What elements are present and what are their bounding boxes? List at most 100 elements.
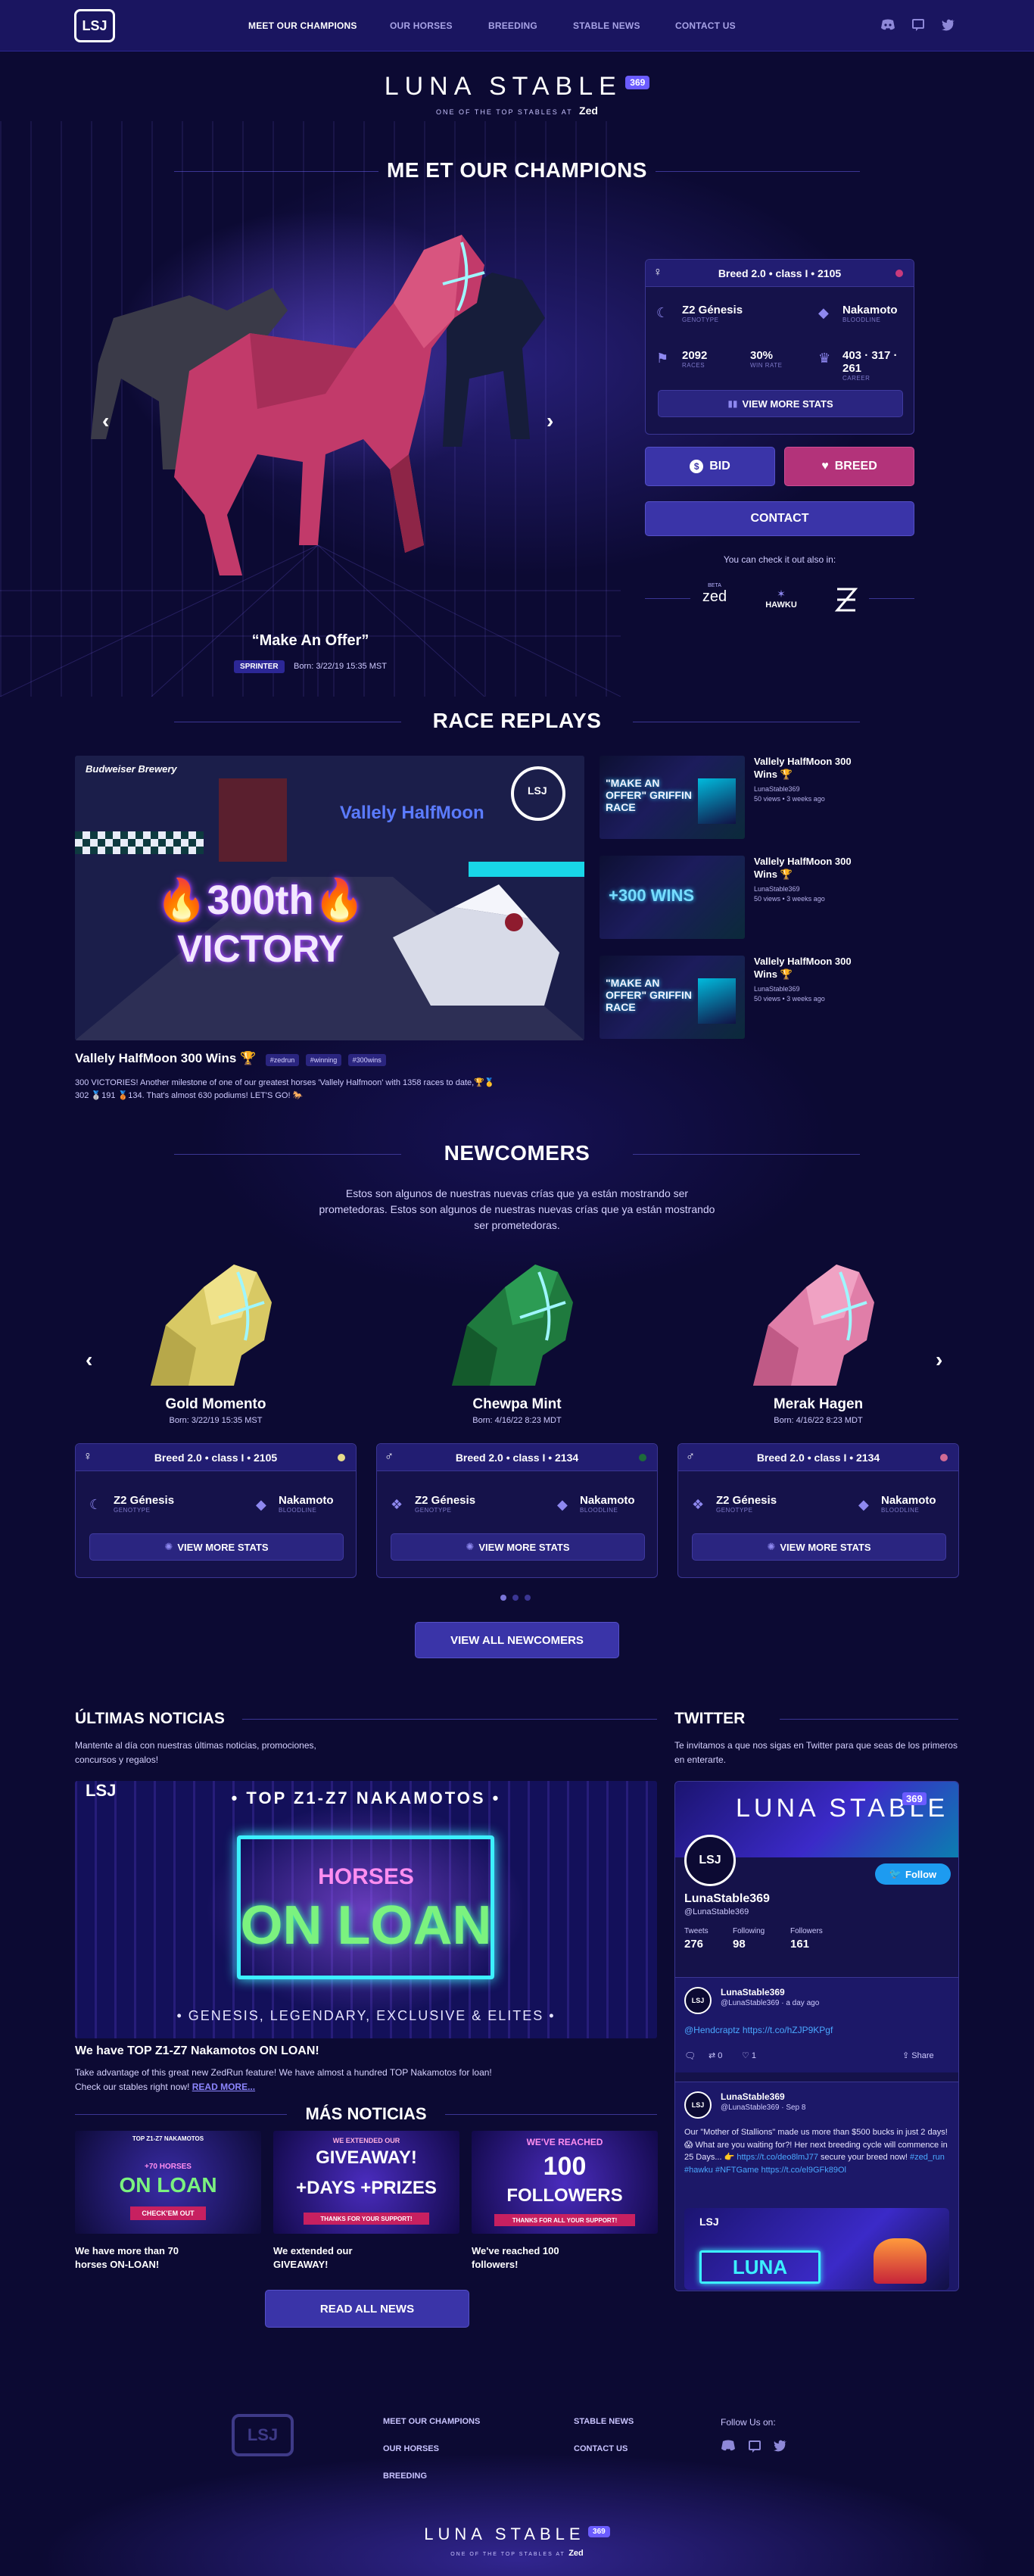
twitter-profile-name[interactable]: LunaStable369 xyxy=(684,1892,770,1906)
twitter-icon[interactable] xyxy=(774,2440,790,2453)
news-feature-banner[interactable]: • TOP Z1-Z7 NAKAMOTOS • HORSES ON LOAN •… xyxy=(75,1781,657,2038)
newcomer-name: Merak Hagen xyxy=(773,1396,864,1412)
main-replay-video[interactable]: Budweiser Brewery Vallely HalfMoon 🔥300t… xyxy=(75,756,584,1040)
tweet-item[interactable]: LSJ LunaStable369 @LunaStable369 · Sep 8… xyxy=(675,2082,958,2291)
like-icon[interactable]: ♡ 1 xyxy=(742,2051,756,2060)
nav-meet-our-champions[interactable]: MEET OUR CHAMPIONS xyxy=(248,20,357,31)
discord-icon[interactable] xyxy=(880,17,896,33)
thumb-pre: +70 HORSES xyxy=(145,2163,192,2171)
tweet-media-text: LUNA xyxy=(699,2250,821,2284)
horse-head-illustration xyxy=(151,1265,272,1386)
side-replay-item[interactable]: "MAKE AN OFFER" GRIFFIN RACE Vallely Hal… xyxy=(600,756,963,839)
tweet-text: Our "Mother of Stallions" made us more t… xyxy=(684,2126,949,2176)
retweet-icon[interactable]: ⇄ 0 xyxy=(709,2051,722,2060)
view-all-newcomers-button[interactable]: VIEW ALL NEWCOMERS xyxy=(415,1622,619,1658)
brand-subtitle: ONE OF THE TOP STABLES AT xyxy=(436,108,573,116)
chat-icon[interactable] xyxy=(748,2440,765,2453)
news-card-title[interactable]: We extended our GIVEAWAY! xyxy=(273,2244,402,2271)
champion-horse-illustration xyxy=(0,235,621,697)
side-thumb-text: +300 WINS xyxy=(609,886,695,905)
twitter-timeline[interactable]: LUNA STABLE 369 LSJ 🐦 Follow LunaStable36… xyxy=(674,1781,959,2291)
tweet-avatar[interactable]: LSJ xyxy=(684,1987,712,2014)
card-header: ♂ Breed 2.0 • class I • 2134 xyxy=(377,1444,657,1471)
footer-link-contact-us[interactable]: CONTACT US xyxy=(574,2444,628,2453)
news-card[interactable]: WE'VE REACHED 100 FOLLOWERS THANKS FOR A… xyxy=(472,2131,658,2305)
news-card-thumbnail[interactable]: WE'VE REACHED 100 FOLLOWERS THANKS FOR A… xyxy=(472,2131,658,2234)
tweet-avatar[interactable]: LSJ xyxy=(684,2091,712,2119)
footer-link-our-horses[interactable]: OUR HORSES xyxy=(383,2444,439,2453)
hero-next-arrow[interactable]: › xyxy=(547,409,553,433)
twitter-avatar[interactable]: LSJ xyxy=(684,1835,736,1886)
newcomer-name: Gold Momento xyxy=(165,1396,266,1412)
tweet-link[interactable]: https://t.co/deo8lmJ77 xyxy=(737,2153,818,2162)
stable-logo[interactable]: LSJ xyxy=(74,9,115,42)
carousel-dot[interactable] xyxy=(512,1595,519,1601)
nav-stable-news[interactable]: STABLE NEWS xyxy=(573,20,640,31)
view-more-stats-button[interactable]: ✺ VIEW MORE STATS xyxy=(692,1533,946,1561)
overlay-victory: VICTORY xyxy=(177,928,344,970)
bid-button[interactable]: $ BID xyxy=(645,447,775,486)
footer-link-breeding[interactable]: BREEDING xyxy=(383,2472,427,2481)
tweet-text[interactable]: @Hendcraptz https://t.co/hZJP9KPgf xyxy=(684,2025,833,2035)
news-card-thumbnail[interactable]: TOP Z1-Z7 NAKAMOTOS +70 HORSES ON LOAN C… xyxy=(75,2131,261,2234)
chat-icon[interactable] xyxy=(910,17,927,33)
tweet-media[interactable]: LSJ LUNA xyxy=(684,2208,949,2290)
side-replay-title[interactable]: Vallely HalfMoon 300 Wins 🏆 xyxy=(754,756,852,781)
main-replay-title[interactable]: Vallely HalfMoon 300 Wins 🏆 xyxy=(75,1051,256,1065)
read-all-news-button[interactable]: READ ALL NEWS xyxy=(265,2290,469,2328)
news-card-thumbnail[interactable]: WE EXTENDED OUR GIVEAWAY! +DAYS +PRIZES … xyxy=(273,2131,459,2234)
reply-icon[interactable]: 🗨 xyxy=(684,2051,696,2061)
side-thumb-horse xyxy=(698,778,736,824)
tweet-author[interactable]: LunaStable369 xyxy=(721,2091,785,2102)
footer-link-stable-news[interactable]: STABLE NEWS xyxy=(574,2417,634,2426)
breed-button[interactable]: ♥ BREED xyxy=(784,447,914,486)
carousel-dot-active[interactable] xyxy=(500,1595,506,1601)
twitter-icon[interactable] xyxy=(940,17,957,33)
tweet-item[interactable]: LSJ LunaStable369 @LunaStable369 · a day… xyxy=(675,1977,958,2072)
news-card-title[interactable]: We've reached 100 followers! xyxy=(472,2244,600,2271)
carousel-dot[interactable] xyxy=(525,1595,531,1601)
view-more-stats-button[interactable]: ▮▮ VIEW MORE STATS xyxy=(658,390,903,417)
side-replay-item[interactable]: "MAKE AN OFFER" GRIFFIN RACE Vallely Hal… xyxy=(600,956,963,1039)
tweets-value: 276 xyxy=(684,1938,704,1951)
news-card-title[interactable]: We have more than 70 horses ON-LOAN! xyxy=(75,2244,204,2271)
discord-icon[interactable] xyxy=(721,2440,737,2453)
partner-zed[interactable]: BETA zed xyxy=(696,583,733,606)
footer-logo[interactable]: LSJ xyxy=(232,2414,294,2456)
opensea-icon[interactable] xyxy=(831,586,861,613)
follow-label: Follow xyxy=(905,1868,937,1880)
hashtag-300wins[interactable]: #300wins xyxy=(347,1054,386,1066)
hashtag-winning[interactable]: #winning xyxy=(305,1054,342,1066)
side-replay-thumbnail[interactable]: "MAKE AN OFFER" GRIFFIN RACE xyxy=(600,756,745,839)
newcomer-stats-card: ♂ Breed 2.0 • class I • 2134 ❖ Z2 Génesi… xyxy=(677,1443,959,1578)
contact-button[interactable]: CONTACT xyxy=(645,501,914,536)
view-more-stats-button[interactable]: ✺ VIEW MORE STATS xyxy=(89,1533,344,1561)
side-replay-item[interactable]: +300 WINS Vallely HalfMoon 300 Wins 🏆 Lu… xyxy=(600,856,963,939)
view-more-stats-button[interactable]: ✺ VIEW MORE STATS xyxy=(391,1533,645,1561)
twitter-follow-button[interactable]: 🐦 Follow xyxy=(875,1863,951,1885)
hero-prev-arrow[interactable]: ‹ xyxy=(102,409,109,433)
thumb-cta: THANKS FOR ALL YOUR SUPPORT! xyxy=(494,2214,635,2226)
share-button[interactable]: ⇪ Share xyxy=(902,2051,934,2060)
tweet-author[interactable]: LunaStable369 xyxy=(721,1987,785,1997)
nav-breeding[interactable]: BREEDING xyxy=(488,20,537,31)
news-feature-title[interactable]: We have TOP Z1-Z7 Nakamotos ON LOAN! xyxy=(75,2044,319,2058)
news-card[interactable]: TOP Z1-Z7 NAKAMOTOS +70 HORSES ON LOAN C… xyxy=(75,2131,261,2305)
news-card[interactable]: WE EXTENDED OUR GIVEAWAY! +DAYS +PRIZES … xyxy=(273,2131,459,2305)
side-replay-title[interactable]: Vallely HalfMoon 300 Wins 🏆 xyxy=(754,856,852,881)
partner-hawku[interactable]: ✶ HAWKU xyxy=(757,588,805,610)
logo-text: LSJ xyxy=(82,17,107,33)
champion-tag: SPRINTER xyxy=(234,660,285,673)
side-replay-thumbnail[interactable]: +300 WINS xyxy=(600,856,745,939)
tweet-link[interactable]: https://t.co/el9GFk89Ol xyxy=(761,2166,847,2175)
hashtag-zedrun[interactable]: #zedrun xyxy=(265,1054,300,1066)
champion-stats-card: ♀ Breed 2.0 • class I • 2105 ☾ Z2 Génesi… xyxy=(645,259,914,435)
nav-contact-us[interactable]: CONTACT US xyxy=(675,20,736,31)
followers-value: 161 xyxy=(790,1938,810,1951)
side-replay-thumbnail[interactable]: "MAKE AN OFFER" GRIFFIN RACE xyxy=(600,956,745,1039)
nav-our-horses[interactable]: OUR HORSES xyxy=(390,20,453,31)
read-more-link[interactable]: READ MORE... xyxy=(192,2082,255,2092)
side-replay-title[interactable]: Vallely HalfMoon 300 Wins 🏆 xyxy=(754,956,852,981)
footer-link-meet-our-champions[interactable]: MEET OUR CHAMPIONS xyxy=(383,2417,480,2426)
side-thumb-horse xyxy=(698,978,736,1024)
